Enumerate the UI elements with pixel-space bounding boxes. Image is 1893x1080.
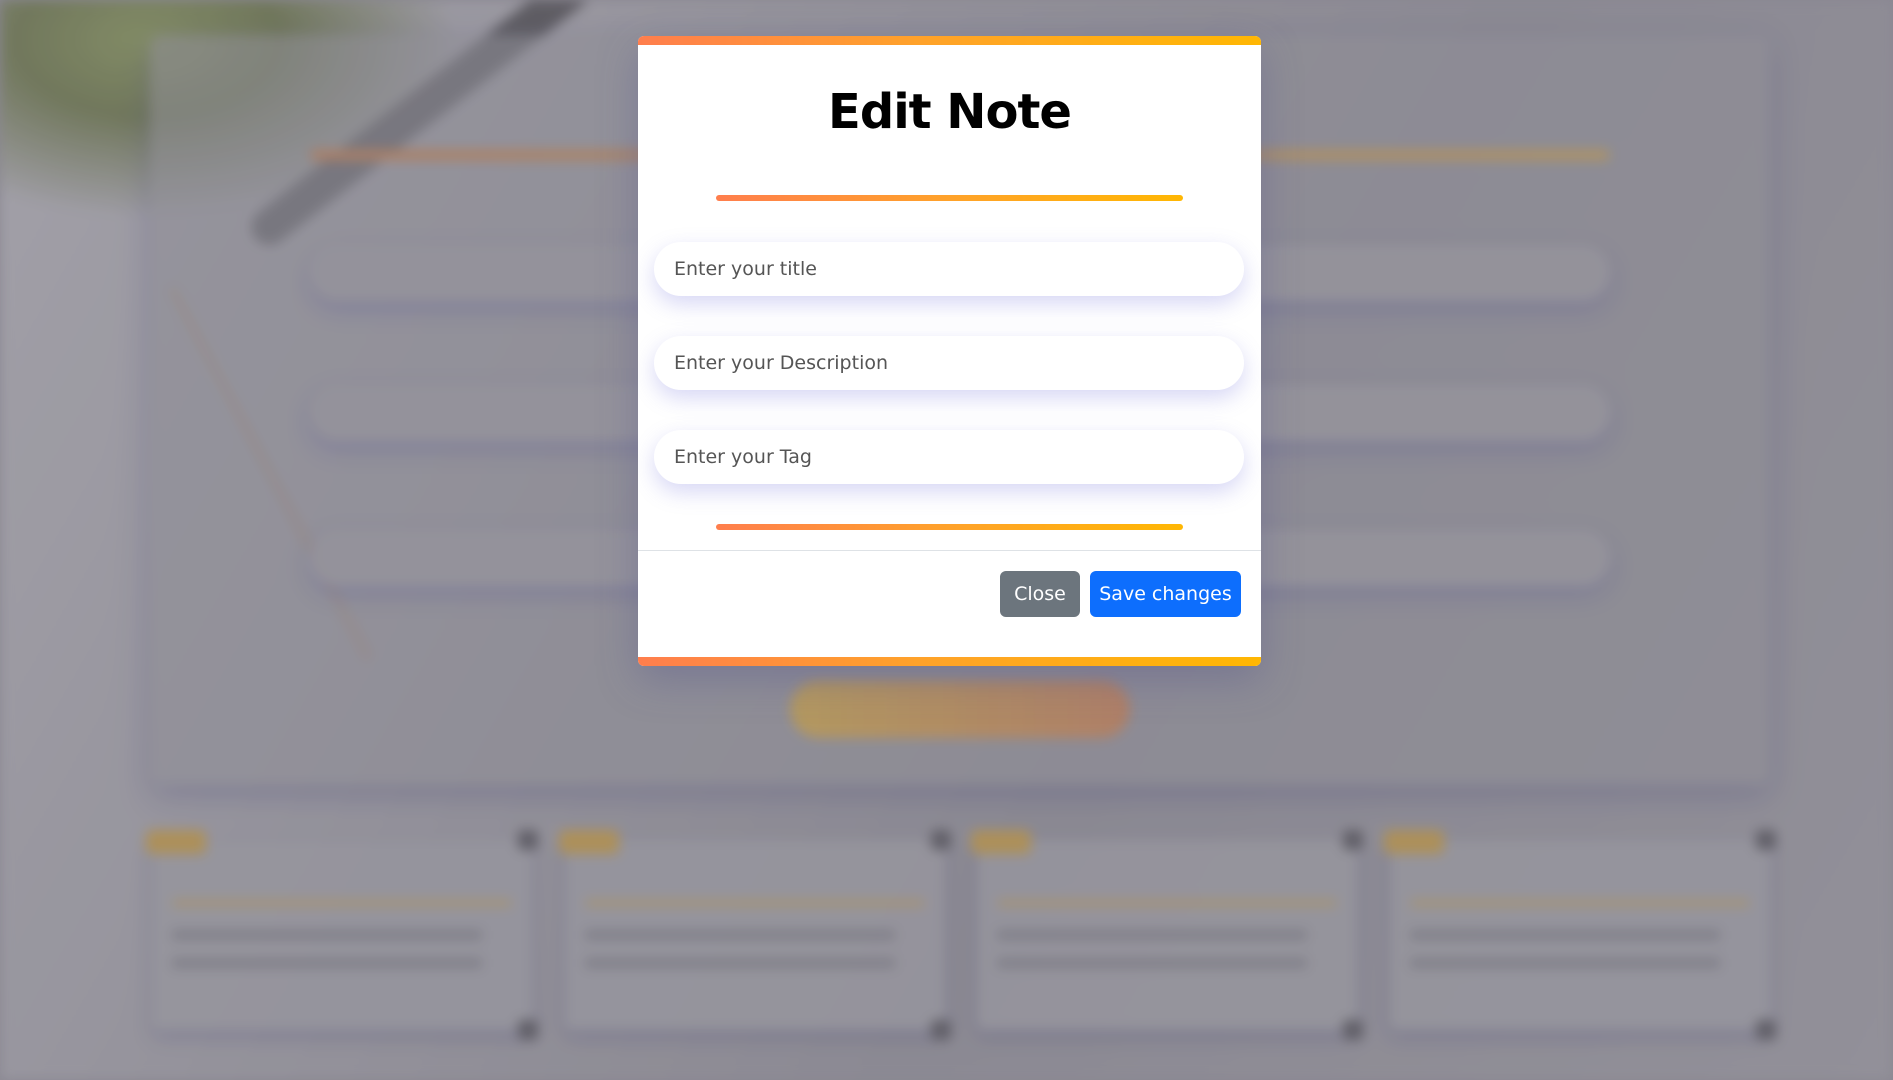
modal-top-gradient-bar	[638, 36, 1261, 45]
modal-title: Edit Note	[828, 84, 1072, 140]
title-input[interactable]	[654, 242, 1244, 296]
close-button[interactable]: Close	[1000, 571, 1080, 617]
save-changes-button[interactable]: Save changes	[1090, 571, 1241, 617]
modal-bottom-gradient-bar	[638, 657, 1261, 666]
title-divider	[716, 195, 1183, 201]
description-input[interactable]	[654, 336, 1244, 390]
form-bottom-divider	[716, 524, 1183, 530]
modal-footer-separator	[638, 550, 1261, 551]
edit-note-modal: Edit Note Close Save changes	[638, 36, 1261, 666]
tag-input[interactable]	[654, 430, 1244, 484]
